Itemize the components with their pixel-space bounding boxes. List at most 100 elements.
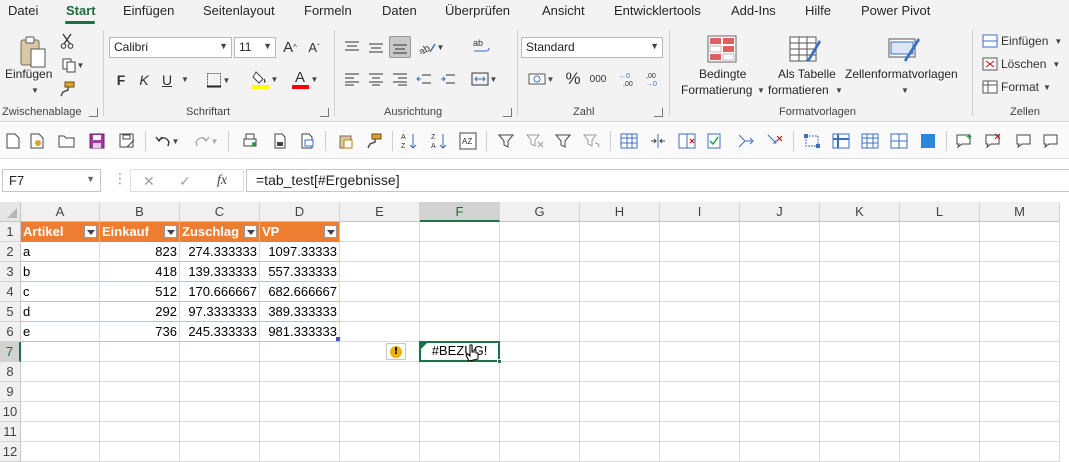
- new-from-template-icon[interactable]: [28, 131, 48, 151]
- filter-dropdown-icon[interactable]: [84, 225, 97, 238]
- grid-cell[interactable]: [660, 422, 740, 442]
- tab-entwicklertools[interactable]: Entwicklertools: [614, 3, 701, 18]
- grid-cell[interactable]: [340, 362, 420, 382]
- freeze-panes-icon[interactable]: [831, 131, 851, 151]
- page-setup-icon[interactable]: [297, 131, 317, 151]
- grid-cell[interactable]: [660, 242, 740, 262]
- redo-icon[interactable]: ▼: [192, 131, 220, 151]
- grid-cell[interactable]: [820, 222, 900, 242]
- grid-cell[interactable]: [21, 362, 100, 382]
- grid-cell[interactable]: [820, 342, 900, 362]
- comma-style-icon[interactable]: 000: [587, 68, 609, 90]
- grid-cell[interactable]: [980, 342, 1060, 362]
- table-cell[interactable]: c: [21, 282, 100, 302]
- grid-cell[interactable]: [21, 422, 100, 442]
- cancel-icon[interactable]: ✕: [143, 173, 155, 190]
- chevron-down-icon[interactable]: ▼: [901, 86, 909, 95]
- grid-cell[interactable]: [180, 362, 260, 382]
- table-icon[interactable]: [619, 131, 639, 151]
- paste-dropdown-icon[interactable]: ▼: [31, 86, 39, 95]
- grid-cell[interactable]: [820, 302, 900, 322]
- grid-cell[interactable]: [500, 362, 580, 382]
- tab-power-pivot[interactable]: Power Pivot: [861, 3, 930, 18]
- align-middle-icon[interactable]: [365, 36, 387, 58]
- grid-cell[interactable]: [420, 262, 500, 282]
- grid-cell[interactable]: [980, 322, 1060, 342]
- active-cell[interactable]: #BEZUG!: [419, 341, 500, 362]
- grid-cell[interactable]: [500, 222, 580, 242]
- grid-cell[interactable]: [21, 382, 100, 402]
- select-all-button[interactable]: [0, 202, 21, 222]
- grid-cell[interactable]: [740, 382, 820, 402]
- table-resize-handle[interactable]: [336, 337, 340, 341]
- tab-ueberpruefen[interactable]: Überprüfen: [445, 3, 510, 18]
- grid-cell[interactable]: [260, 422, 340, 442]
- column-header-d[interactable]: D: [260, 202, 340, 222]
- table-cell[interactable]: 139.333333: [180, 262, 260, 282]
- clipboard-dialog-launcher[interactable]: [89, 108, 98, 117]
- grid-cell[interactable]: [340, 342, 420, 362]
- grid-cell[interactable]: [340, 242, 420, 262]
- grid-cell[interactable]: [740, 362, 820, 382]
- grid-cell[interactable]: [740, 442, 820, 462]
- format-as-table-icon[interactable]: [787, 32, 823, 66]
- merge-center-icon[interactable]: ▼: [468, 68, 500, 90]
- grid-cell[interactable]: [580, 422, 660, 442]
- grid-icon[interactable]: [860, 131, 880, 151]
- grid-cell[interactable]: [500, 382, 580, 402]
- cell-styles-label[interactable]: Zellenformatvorlagen: [845, 67, 958, 81]
- grid-cell[interactable]: [740, 282, 820, 302]
- row-header-4[interactable]: 4: [0, 282, 21, 302]
- grid-cell[interactable]: [900, 422, 980, 442]
- decrease-decimal-icon[interactable]: ,00 →0: [642, 68, 664, 90]
- format-painter-icon[interactable]: [58, 80, 76, 98]
- paste-special-icon[interactable]: [336, 131, 356, 151]
- grid-cell[interactable]: [980, 402, 1060, 422]
- grid-cell[interactable]: [340, 302, 420, 322]
- next-comment-icon[interactable]: [1042, 131, 1062, 151]
- grid-cell[interactable]: [420, 362, 500, 382]
- percent-style-icon[interactable]: %: [562, 68, 584, 90]
- grid-cell[interactable]: [820, 382, 900, 402]
- insert-cells-button[interactable]: Einfügen ▼: [982, 32, 1066, 50]
- column-header-i[interactable]: I: [660, 202, 740, 222]
- split-window-icon[interactable]: [889, 131, 909, 151]
- grid-cell[interactable]: [500, 342, 580, 362]
- accounting-format-icon[interactable]: ▼: [524, 68, 558, 90]
- grid-cell[interactable]: [100, 442, 180, 462]
- table-cell[interactable]: 418: [100, 262, 180, 282]
- grid-cell[interactable]: [820, 282, 900, 302]
- grid-cell[interactable]: [21, 342, 100, 362]
- grid-cell[interactable]: [660, 402, 740, 422]
- grid-cell[interactable]: [660, 262, 740, 282]
- open-folder-icon[interactable]: [57, 131, 77, 151]
- grid-cell[interactable]: [900, 282, 980, 302]
- grid-cell[interactable]: [900, 382, 980, 402]
- table-cell[interactable]: 682.666667: [260, 282, 340, 302]
- grid-cell[interactable]: [740, 262, 820, 282]
- grid-cell[interactable]: [580, 442, 660, 462]
- grid-cell[interactable]: [500, 262, 580, 282]
- formula-bar-grip-icon[interactable]: ⋮: [113, 170, 127, 187]
- grid-cell[interactable]: [980, 442, 1060, 462]
- tab-add-ins[interactable]: Add-Ins: [731, 3, 776, 18]
- data-validation-icon[interactable]: [706, 131, 726, 151]
- tab-seitenlayout[interactable]: Seitenlayout: [203, 3, 275, 18]
- bold-button[interactable]: F: [112, 70, 130, 90]
- column-header-l[interactable]: L: [900, 202, 980, 222]
- grid-cell[interactable]: [580, 222, 660, 242]
- chevron-down-icon[interactable]: ▼: [835, 86, 843, 95]
- number-format-select[interactable]: Standard ▼: [521, 37, 663, 58]
- row-header-2[interactable]: 2: [0, 242, 21, 262]
- row-header-12[interactable]: 12: [0, 442, 21, 462]
- cut-icon[interactable]: [58, 32, 76, 50]
- grid-cell[interactable]: [340, 322, 420, 342]
- alignment-dialog-launcher[interactable]: [503, 108, 512, 117]
- grid-cell[interactable]: [900, 322, 980, 342]
- align-center-icon[interactable]: [365, 68, 387, 90]
- column-header-a[interactable]: A: [21, 202, 100, 222]
- grid-cell[interactable]: [500, 442, 580, 462]
- quick-print-icon[interactable]: [270, 131, 290, 151]
- grid-cell[interactable]: [580, 302, 660, 322]
- grid-cell[interactable]: [740, 342, 820, 362]
